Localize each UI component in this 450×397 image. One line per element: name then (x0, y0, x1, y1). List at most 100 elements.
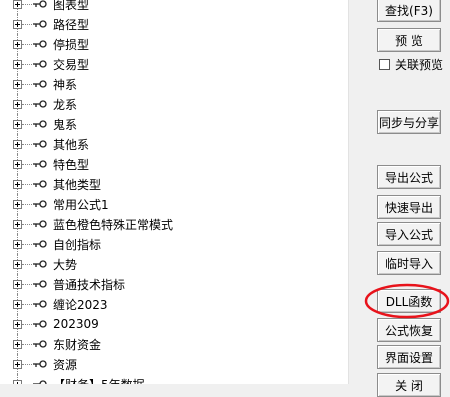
tree-item-label: 龙系 (53, 97, 78, 112)
ui-settings-button[interactable]: 界面设置 (377, 345, 441, 369)
key-icon (33, 199, 47, 209)
export-formula-button[interactable]: 导出公式 (377, 165, 441, 189)
tree-branch-line (22, 123, 32, 125)
key-icon (33, 359, 47, 369)
tree-branch-line (22, 183, 32, 185)
tree-item[interactable]: 202309 (10, 314, 340, 334)
tree-branch-line (22, 103, 32, 105)
tree-item[interactable]: 特色型 (10, 154, 340, 174)
linked-preview-option[interactable]: 关联预览 (379, 56, 443, 72)
expand-icon[interactable] (13, 139, 22, 149)
tree-branch-line (22, 343, 32, 345)
key-icon (33, 0, 47, 9)
expand-icon[interactable] (13, 99, 22, 109)
expand-icon[interactable] (13, 319, 22, 329)
tree-branch-line (22, 43, 32, 45)
tree-item-label: 神系 (53, 77, 78, 92)
expand-icon[interactable] (13, 19, 22, 29)
expand-icon[interactable] (13, 359, 22, 369)
expand-icon[interactable] (13, 279, 22, 289)
key-icon (33, 279, 47, 289)
tree-item[interactable]: 资源 (10, 354, 340, 374)
tree-item[interactable]: 自创指标 (10, 234, 340, 254)
tree-branch-line (22, 363, 32, 365)
key-icon (33, 159, 47, 169)
key-icon (33, 59, 47, 69)
tree-item-label: 202309 (53, 317, 99, 331)
tree-item[interactable]: 【财务】5年数据 (10, 374, 340, 384)
tree-item[interactable]: 蓝色橙色特殊正常模式 (10, 214, 340, 234)
expand-icon[interactable] (13, 199, 22, 209)
tree-item[interactable]: 普通技术指标 (10, 274, 340, 294)
expand-icon[interactable] (13, 259, 22, 269)
tree-item[interactable]: 龙系 (10, 94, 340, 114)
tree-branch-line (22, 3, 32, 5)
formula-tree[interactable]: 图表型路径型停损型交易型神系龙系鬼系其他系特色型其他类型常用公式1 蓝色橙色特殊正… (0, 0, 348, 384)
expand-icon[interactable] (13, 119, 22, 129)
tree-item[interactable]: 其他类型 (10, 174, 340, 194)
tree-item[interactable]: 鬼系 (10, 114, 340, 134)
expand-icon[interactable] (13, 219, 22, 229)
quick-export-button[interactable]: 快速导出 (377, 195, 441, 219)
tree-item[interactable]: 神系 (10, 74, 340, 94)
key-icon (33, 379, 47, 384)
tree-branch-line (22, 163, 32, 165)
find-button[interactable]: 查找(F3) (377, 0, 441, 22)
tree-branch-line (22, 83, 32, 85)
key-icon (33, 139, 47, 149)
tree-item[interactable]: 图表型 (10, 0, 340, 14)
expand-icon[interactable] (13, 159, 22, 169)
tree-item-label: 普通技术指标 (53, 277, 126, 292)
tree-item-label: 鬼系 (53, 117, 78, 132)
tree-item[interactable]: 大势 (10, 254, 340, 274)
dll-function-button[interactable]: DLL函数 (377, 289, 441, 313)
expand-icon[interactable] (13, 379, 22, 384)
linked-preview-label: 关联预览 (395, 57, 444, 72)
expand-icon[interactable] (13, 39, 22, 49)
tree-item-label: 自创指标 (53, 237, 102, 252)
tree-branch-line (22, 243, 32, 245)
tree-item-label: 图表型 (53, 0, 90, 12)
key-icon (33, 179, 47, 189)
tree-item-label: 【财务】5年数据 (53, 376, 145, 385)
temp-import-button[interactable]: 临时导入 (377, 251, 441, 275)
tree-item-label: 其他系 (53, 137, 90, 152)
tree-item-label: 路径型 (53, 17, 90, 32)
tree-item-label: 东财资金 (53, 337, 102, 352)
preview-button[interactable]: 预 览 (377, 28, 441, 52)
tree-branch-line (22, 323, 32, 325)
close-button[interactable]: 关 闭 (377, 373, 441, 397)
tree-item[interactable]: 路径型 (10, 14, 340, 34)
tree-branch-line (22, 143, 32, 145)
expand-icon[interactable] (13, 299, 22, 309)
tree-item-label: 大势 (53, 257, 78, 272)
tree-item-label: 资源 (53, 357, 78, 372)
sync-share-button[interactable]: 同步与分享 (377, 110, 441, 134)
key-icon (33, 259, 47, 269)
key-icon (33, 119, 47, 129)
expand-icon[interactable] (13, 79, 22, 89)
tree-scrollbar[interactable] (348, 0, 366, 384)
tree-item-label: 常用公式1 (53, 197, 109, 212)
import-formula-button[interactable]: 导入公式 (377, 222, 441, 246)
expand-icon[interactable] (13, 59, 22, 69)
formula-restore-button[interactable]: 公式恢复 (377, 318, 441, 342)
expand-icon[interactable] (13, 0, 22, 9)
tree-item[interactable]: 东财资金 (10, 334, 340, 354)
expand-icon[interactable] (13, 339, 22, 349)
tree-item[interactable]: 交易型 (10, 54, 340, 74)
key-icon (33, 19, 47, 29)
expand-icon[interactable] (13, 239, 22, 249)
tree-item[interactable]: 常用公式1 (10, 194, 340, 214)
tree-branch-line (22, 263, 32, 265)
tree-item-label: 其他类型 (53, 177, 102, 192)
tree-item-label: 停损型 (53, 37, 90, 52)
tree-item[interactable]: 缠论2023 (10, 294, 340, 314)
key-icon (33, 239, 47, 249)
linked-preview-checkbox[interactable] (379, 58, 390, 70)
tree-item[interactable]: 停损型 (10, 34, 340, 54)
tree-branch-line (22, 303, 32, 305)
key-icon (33, 99, 47, 109)
tree-item[interactable]: 其他系 (10, 134, 340, 154)
expand-icon[interactable] (13, 179, 22, 189)
